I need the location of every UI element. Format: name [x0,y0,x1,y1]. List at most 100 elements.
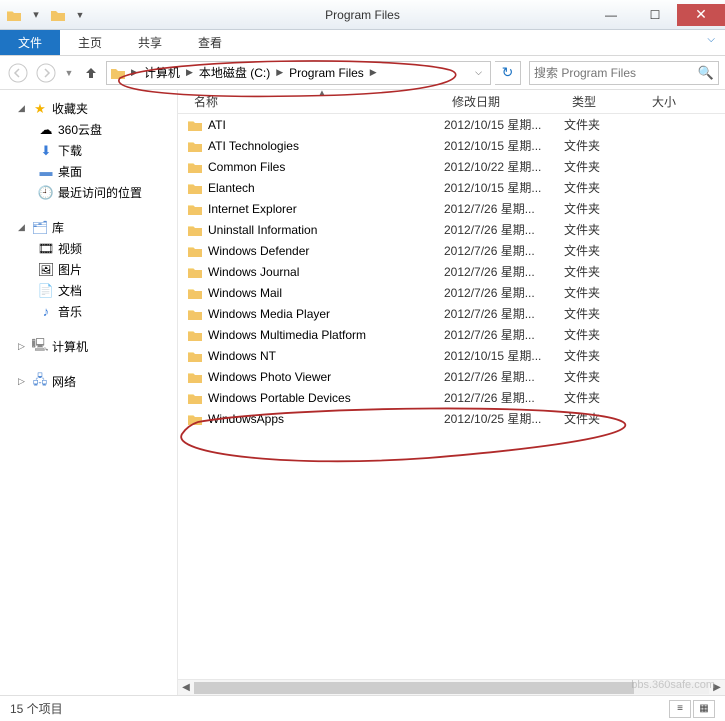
file-name: Common Files [204,160,444,174]
file-row[interactable]: ATI Technologies2012/10/15 星期...文件夹 [178,135,725,156]
sidebar-label: 计算机 [52,338,88,355]
sidebar-group-network[interactable]: ▷🖧网络 [0,371,177,392]
view-icons-button[interactable]: ▦ [693,700,715,718]
file-row[interactable]: Windows Defender2012/7/26 星期...文件夹 [178,240,725,261]
crumb-drive[interactable]: 本地磁盘 (C:) [197,64,272,81]
download-icon: ⬇ [38,143,54,159]
recent-dropdown[interactable]: ▼ [62,61,76,85]
file-name: Windows NT [204,349,444,363]
tab-view[interactable]: 查看 [180,30,240,55]
file-date: 2012/10/15 星期... [444,179,564,196]
computer-icon: 🖳 [32,339,48,355]
file-date: 2012/10/25 星期... [444,410,564,427]
file-row[interactable]: Windows Portable Devices2012/7/26 星期...文… [178,387,725,408]
sidebar-label: 收藏夹 [52,100,88,117]
folder-icon [186,349,204,363]
file-date: 2012/7/26 星期... [444,263,564,280]
file-row[interactable]: Windows Photo Viewer2012/7/26 星期...文件夹 [178,366,725,387]
folder-icon [186,223,204,237]
folder-icon [186,412,204,426]
properties-icon[interactable]: ▾ [26,5,46,25]
file-name: Uninstall Information [204,223,444,237]
file-type: 文件夹 [564,242,636,259]
chevron-right-icon[interactable]: ▶ [127,67,142,78]
scroll-left-icon[interactable]: ◀ [178,682,194,693]
file-type: 文件夹 [564,326,636,343]
file-name: Windows Defender [204,244,444,258]
sidebar-item-recent[interactable]: 🕘最近访问的位置 [0,182,177,203]
file-row[interactable]: Windows Journal2012/7/26 星期...文件夹 [178,261,725,282]
file-row[interactable]: Common Files2012/10/22 星期...文件夹 [178,156,725,177]
nav-pane: ◢★收藏夹 ☁360云盘 ⬇下载 ▬桌面 🕘最近访问的位置 ◢🗂库 🎞视频 🖼图… [0,90,178,695]
breadcrumb[interactable]: ▶ 计算机 ▶ 本地磁盘 (C:) ▶ Program Files ▶ ⌵ [106,61,491,85]
recent-icon: 🕘 [38,185,54,201]
column-headers: 名称 ▲ 修改日期 类型 大小 [178,90,725,114]
file-type: 文件夹 [564,158,636,175]
sidebar-item-documents[interactable]: 📄文档 [0,280,177,301]
file-row[interactable]: WindowsApps2012/10/25 星期...文件夹 [178,408,725,429]
file-type: 文件夹 [564,305,636,322]
file-row[interactable]: Internet Explorer2012/7/26 星期...文件夹 [178,198,725,219]
sidebar-item-downloads[interactable]: ⬇下载 [0,140,177,161]
star-icon: ★ [32,101,48,117]
file-row[interactable]: Windows Mail2012/7/26 星期...文件夹 [178,282,725,303]
picture-icon: 🖼 [38,262,54,278]
address-dropdown-icon[interactable]: ⌵ [469,67,488,78]
refresh-button[interactable]: ↻ [495,61,521,85]
sidebar-item-pictures[interactable]: 🖼图片 [0,259,177,280]
file-name: Elantech [204,181,444,195]
col-size[interactable]: 大小 [636,89,684,114]
file-row[interactable]: Uninstall Information2012/7/26 星期...文件夹 [178,219,725,240]
tab-share[interactable]: 共享 [120,30,180,55]
sidebar-group-computer[interactable]: ▷🖳计算机 [0,336,177,357]
search-icon[interactable]: 🔍 [698,65,714,81]
sidebar-item-videos[interactable]: 🎞视频 [0,238,177,259]
close-button[interactable]: ✕ [677,4,725,26]
scroll-thumb[interactable] [194,682,634,694]
file-date: 2012/7/26 星期... [444,389,564,406]
file-row[interactable]: Windows Multimedia Platform2012/7/26 星期.… [178,324,725,345]
col-name[interactable]: 名称 [186,89,444,114]
file-date: 2012/7/26 星期... [444,200,564,217]
file-row[interactable]: Windows NT2012/10/15 星期...文件夹 [178,345,725,366]
sidebar-item-desktop[interactable]: ▬桌面 [0,161,177,182]
back-button[interactable] [6,61,30,85]
sidebar-item-360[interactable]: ☁360云盘 [0,119,177,140]
ribbon-expand-icon[interactable]: ⌵ [697,30,725,55]
col-type[interactable]: 类型 [564,89,636,114]
search-box[interactable]: 🔍 [529,61,719,85]
file-type: 文件夹 [564,263,636,280]
quick-access-toolbar: ▾ ▼ [0,5,90,25]
up-button[interactable] [80,62,102,84]
window-controls: ― ☐ ✕ [589,4,725,26]
chevron-right-icon[interactable]: ▶ [272,67,287,78]
view-details-button[interactable]: ≡ [669,700,691,718]
file-type: 文件夹 [564,368,636,385]
qat-dropdown-icon[interactable]: ▼ [70,5,90,25]
chevron-right-icon[interactable]: ▶ [182,67,197,78]
file-date: 2012/7/26 星期... [444,221,564,238]
chevron-right-icon[interactable]: ▶ [366,67,381,78]
sidebar-group-libraries[interactable]: ◢🗂库 [0,217,177,238]
sidebar-group-favorites[interactable]: ◢★收藏夹 [0,98,177,119]
folder-icon [186,328,204,342]
file-type: 文件夹 [564,347,636,364]
sidebar-item-music[interactable]: ♪音乐 [0,301,177,322]
forward-button[interactable] [34,61,58,85]
tab-file[interactable]: 文件 [0,30,60,55]
tab-home[interactable]: 主页 [60,30,120,55]
file-type: 文件夹 [564,179,636,196]
search-input[interactable] [534,66,698,80]
crumb-folder[interactable]: Program Files [287,66,366,80]
view-switcher: ≡ ▦ [669,700,715,718]
file-row[interactable]: ATI2012/10/15 星期...文件夹 [178,114,725,135]
maximize-button[interactable]: ☐ [633,4,677,26]
open-icon[interactable] [48,5,68,25]
crumb-computer[interactable]: 计算机 [142,64,182,81]
folder-icon [186,244,204,258]
network-icon: 🖧 [32,374,48,390]
col-date[interactable]: 修改日期 [444,89,564,114]
file-row[interactable]: Elantech2012/10/15 星期...文件夹 [178,177,725,198]
file-row[interactable]: Windows Media Player2012/7/26 星期...文件夹 [178,303,725,324]
minimize-button[interactable]: ― [589,4,633,26]
